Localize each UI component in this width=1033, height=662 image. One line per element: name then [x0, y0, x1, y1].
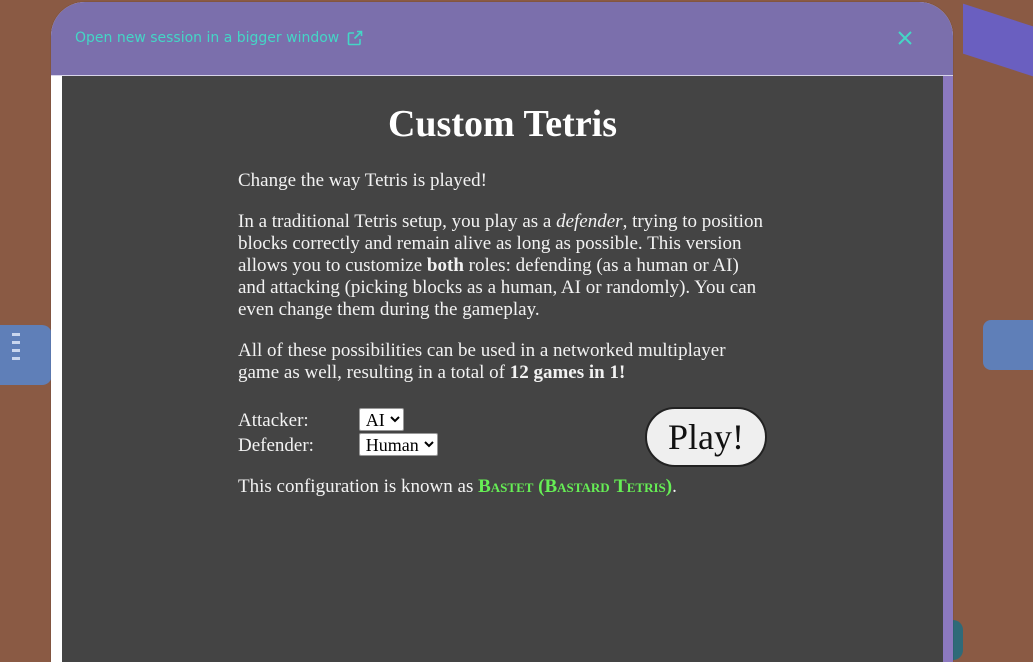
defender-select[interactable]: Human: [358, 433, 438, 456]
session-modal: Open new session in a bigger window Cust…: [51, 2, 953, 662]
open-link-label: Open new session in a bigger window: [75, 30, 340, 46]
config-suffix: .: [672, 476, 677, 497]
play-button[interactable]: Play!: [645, 407, 767, 467]
background-shape-right-top: [963, 3, 1033, 77]
background-shape-left: [0, 325, 52, 385]
attacker-select[interactable]: AI: [358, 408, 404, 431]
open-bigger-window-link[interactable]: Open new session in a bigger window: [75, 30, 363, 46]
para2-strong: both: [426, 255, 464, 276]
para2-text-1: In a traditional Tetris setup, you play …: [238, 211, 557, 232]
para3-strong: 12 games in 1!: [509, 362, 626, 383]
multiplayer-paragraph: All of these possibilities can be used i…: [238, 340, 768, 384]
defender-paragraph: In a traditional Tetris setup, you play …: [238, 211, 768, 321]
configuration-line: This configuration is known as Bastet (B…: [238, 476, 677, 498]
defender-label: Defender:: [238, 435, 314, 456]
para3-text-1: All of these possibilities can be used i…: [238, 340, 726, 383]
page-title: Custom Tetris: [387, 103, 618, 145]
description: Change the way Tetris is played! In a tr…: [238, 170, 768, 403]
defender-row: Defender: Human: [238, 433, 438, 457]
para2-emphasis: defender: [556, 211, 623, 232]
external-link-icon: [347, 30, 363, 46]
intro-text: Change the way Tetris is played!: [238, 170, 487, 191]
background-shape-right-middle: [983, 320, 1033, 370]
scrollbar-track[interactable]: [943, 76, 953, 662]
attacker-label: Attacker:: [238, 410, 309, 431]
close-button[interactable]: [895, 28, 915, 48]
close-icon: [898, 31, 912, 45]
game-content: Custom Tetris Change the way Tetris is p…: [62, 76, 943, 662]
modal-header: Open new session in a bigger window: [51, 2, 953, 76]
attacker-row: Attacker: AI: [238, 408, 404, 432]
config-name: Bastet (Bastard Tetris): [478, 476, 673, 497]
config-prefix: This configuration is known as: [238, 476, 479, 497]
